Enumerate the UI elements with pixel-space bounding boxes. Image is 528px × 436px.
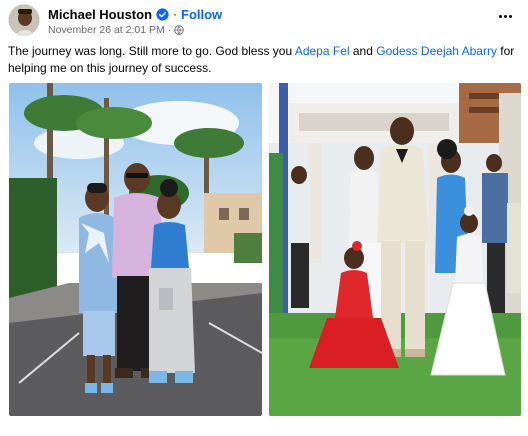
- post-photo[interactable]: [9, 83, 262, 416]
- post-text-part-2: and: [349, 44, 377, 58]
- more-options-icon[interactable]: [494, 8, 516, 24]
- post-photo[interactable]: [269, 83, 521, 416]
- post-timestamp[interactable]: November 26 at 2:01 PM: [48, 24, 165, 36]
- feed-post: Michael Houston · Follow November 26 at …: [0, 0, 528, 436]
- separator-dot: ·: [173, 7, 178, 21]
- mention-link[interactable]: Adepa Fel: [295, 44, 350, 58]
- mention-link[interactable]: Godess Deejah Abarry: [376, 44, 497, 58]
- meta-separator-dot: ·: [167, 24, 172, 36]
- post-header: Michael Houston · Follow November 26 at …: [8, 4, 520, 38]
- author-avatar[interactable]: [8, 4, 40, 36]
- author-name[interactable]: Michael Houston: [48, 7, 152, 22]
- post-text: The journey was long. Still more to go. …: [8, 43, 520, 77]
- post-text-part-1: The journey was long. Still more to go. …: [8, 44, 295, 58]
- globe-icon[interactable]: [174, 25, 185, 35]
- verified-badge-icon: [156, 7, 169, 21]
- follow-button[interactable]: Follow: [181, 7, 222, 22]
